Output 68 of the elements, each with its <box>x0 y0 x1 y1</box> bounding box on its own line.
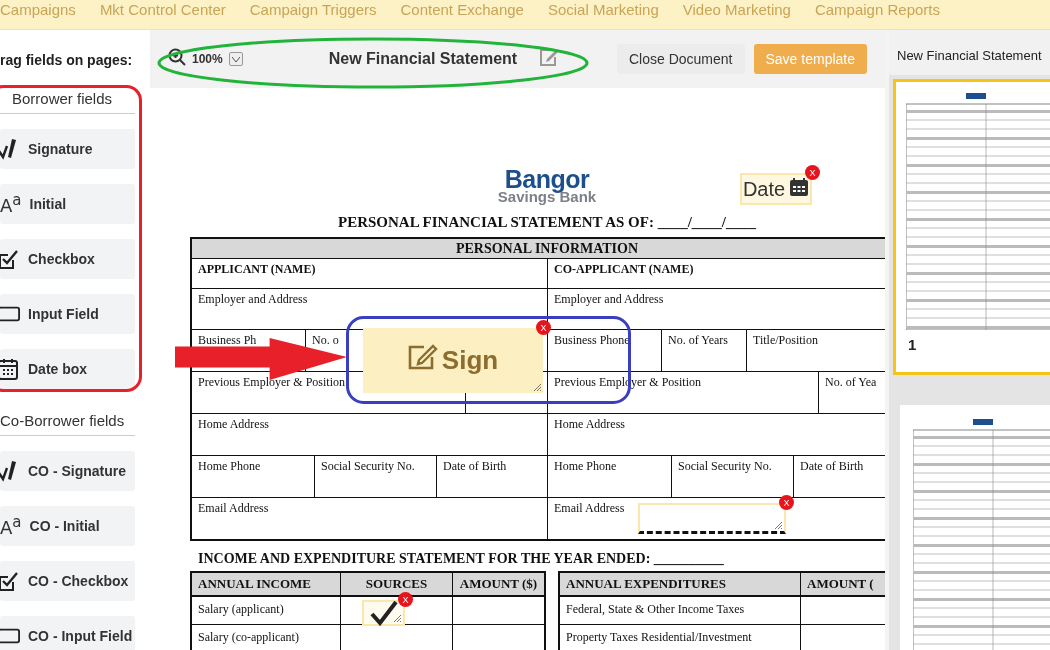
letters-icon: A$^{a}$ <box>0 515 22 537</box>
form-title: PERSONAL FINANCIAL STATEMENT AS OF: ____/____/____ <box>337 214 757 231</box>
field-item[interactable]: CO - Input Field <box>0 616 135 650</box>
field-item[interactable]: A$^{a}$ CO - Initial <box>0 506 135 546</box>
field-item[interactable]: Input Field <box>0 294 135 334</box>
column-heading: AMOUNT ($) <box>459 576 538 592</box>
group-heading: Borrower fields <box>0 82 135 114</box>
column-heading: AMOUNT ( <box>807 576 874 592</box>
form-label: Employer and Address <box>198 292 308 307</box>
section-heading: PERSONAL INFORMATION <box>192 239 885 259</box>
table-cell: Property Taxes Residential/Investment <box>566 630 752 645</box>
field-item[interactable]: A$^{a}$ Initial <box>0 184 135 224</box>
checkbox-icon <box>0 248 20 270</box>
form-label: Business Phone <box>554 333 630 348</box>
bank-logo: Bangor Savings Bank <box>497 167 597 204</box>
form-label: Business Ph <box>198 333 257 348</box>
form-label: Employer and Address <box>554 292 664 307</box>
form-label: Social Security No. <box>321 459 415 474</box>
section-heading: INCOME AND EXPENDITURE STATEMENT FOR THE YEAR ENDED: __________ <box>198 551 725 567</box>
form-label: No. of Years <box>668 333 728 348</box>
column-heading: APPLICANT (NAME) <box>198 262 316 277</box>
zoom-level: 100% <box>192 52 223 66</box>
input-box-icon <box>0 305 20 323</box>
zoom-dropdown[interactable] <box>228 52 243 66</box>
form-label: Date of Birth <box>800 459 864 474</box>
table-cell: Salary (co-applicant) <box>198 630 299 645</box>
document-title: New Financial Statement <box>328 50 518 68</box>
caret-icon <box>231 56 240 62</box>
form-label: Email Address <box>554 501 625 516</box>
form-label: Title/Position <box>753 333 818 348</box>
column-heading: SOURCES <box>365 576 428 592</box>
close-button[interactable]: Close Document <box>617 44 745 74</box>
field-item[interactable]: Signature <box>0 129 135 169</box>
letters-icon: A$^{a}$ <box>0 193 22 215</box>
form-label: Home Phone <box>198 459 261 474</box>
form-label: Home Address <box>554 417 625 432</box>
form-label: Date of Birth <box>443 459 507 474</box>
column-heading: ANNUAL INCOME <box>198 576 312 592</box>
form-label: Email Address <box>198 501 269 516</box>
form-label: Home Address <box>198 417 269 432</box>
column-heading: CO-APPLICANT (NAME) <box>554 262 694 277</box>
field-item[interactable]: Checkbox <box>0 239 135 279</box>
table-cell: Federal, State & Other Income Taxes <box>566 602 745 617</box>
resize-handle[interactable] <box>775 522 782 529</box>
checkbox-icon <box>0 570 20 592</box>
sidebar-heading: rag fields on pages: <box>0 52 134 70</box>
page-thumbnail[interactable]: 1 <box>893 79 1050 375</box>
form-label: Home Phone <box>554 459 617 474</box>
form-label: No. of Yea <box>825 375 877 390</box>
input-field[interactable] <box>638 503 786 534</box>
calendar-icon <box>0 358 20 380</box>
form-label: No. o <box>312 333 339 348</box>
resize-handle[interactable] <box>394 615 401 622</box>
field-item[interactable]: Date box <box>0 349 135 389</box>
form-label: Social Security No. <box>678 459 772 474</box>
field-item[interactable]: CO - Signature <box>0 451 135 491</box>
input-box-icon <box>0 627 20 645</box>
column-heading: ANNUAL EXPENDITURES <box>566 576 726 592</box>
page-number: 1 <box>908 336 918 353</box>
field-label: Sign <box>441 345 499 376</box>
field-label: Date <box>742 177 786 201</box>
table-cell: Salary (applicant) <box>198 602 284 617</box>
form-label: Previous Employer & Position <box>198 375 345 390</box>
field-item[interactable]: CO - Checkbox <box>0 561 135 601</box>
checkbox-field[interactable] <box>362 600 405 626</box>
resize-handle[interactable] <box>534 384 541 391</box>
panel-title: New Financial Statement <box>889 30 1050 75</box>
group-heading: Co-Borrower fields <box>0 404 135 436</box>
